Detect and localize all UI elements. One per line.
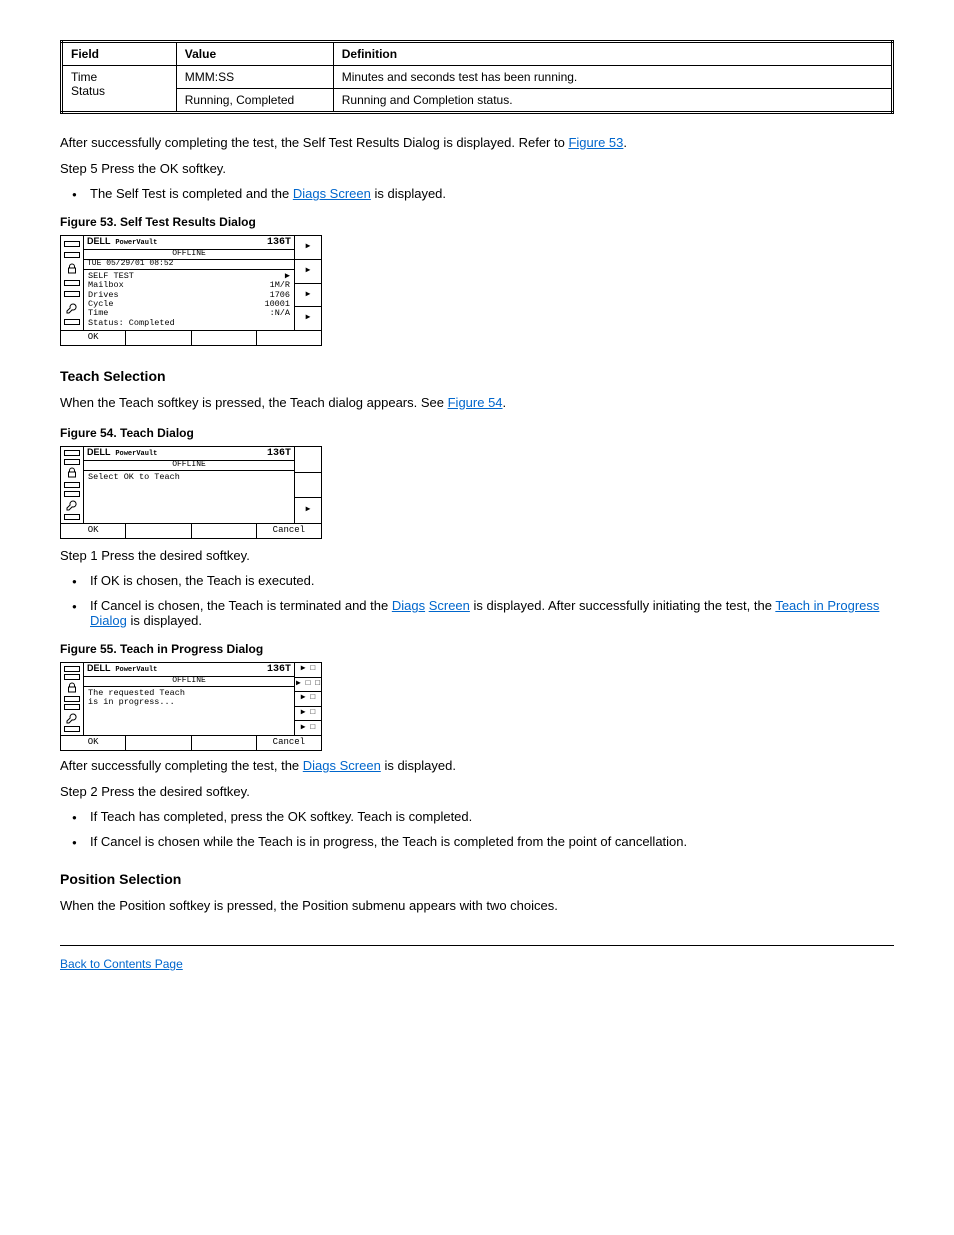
ok-button[interactable]: OK (61, 524, 126, 538)
right-btn[interactable]: ▶ (295, 498, 321, 523)
teach-note-cancel: If Cancel is chosen, the Teach is termin… (90, 598, 894, 628)
right-btn[interactable]: ▶ □ □ (295, 678, 321, 693)
lcd-left-slots (61, 236, 84, 330)
teach-step1: Step 1 Press the desired softkey. (60, 547, 894, 565)
fig53-caption: Figure 53. Self Test Results Dialog (60, 215, 894, 229)
lock-icon (66, 682, 78, 694)
fig53-lcd: DELL PowerVault 136T OFFLINE TUE 05/29/0… (60, 235, 322, 346)
right-btn[interactable]: ▶ □ (295, 707, 321, 722)
position-heading: Position Selection (60, 871, 894, 887)
link-diags-2b[interactable]: Screen (429, 598, 470, 613)
right-btn[interactable]: ▶ □ (295, 692, 321, 707)
teach-heading: Teach Selection (60, 368, 894, 384)
step5: Step 5 Press the OK softkey. (60, 160, 894, 178)
post55-p1: After successfully completing the test, … (60, 757, 894, 775)
lcd-right-btns: ▶ ▶ ▶ ▶ (294, 236, 321, 330)
cancel-button[interactable]: Cancel (257, 736, 321, 750)
td-r1-def: Minutes and seconds test has been runnin… (333, 66, 892, 89)
right-btn[interactable]: ▶ (295, 284, 321, 308)
link-fig54[interactable]: Figure 54 (448, 395, 503, 410)
ok-button[interactable]: OK (61, 736, 126, 750)
fig54-caption: Figure 54. Teach Dialog (60, 426, 894, 440)
fig55-lcd: DELL PowerVault 136T OFFLINE The request… (60, 662, 322, 751)
position-p1: When the Position softkey is pressed, th… (60, 897, 894, 915)
teach-p1: When the Teach softkey is pressed, the T… (60, 394, 894, 412)
link-diags-2a[interactable]: Diags (392, 598, 425, 613)
lock-icon (66, 467, 78, 479)
post55-step2: Step 2 Press the desired softkey. (60, 783, 894, 801)
td-fields: Time Status (62, 66, 177, 113)
teach-note-ok: If OK is chosen, the Teach is executed. (90, 573, 894, 588)
post55-note2: If Cancel is chosen while the Teach is i… (90, 834, 894, 849)
link-fig53[interactable]: Figure 53 (568, 135, 623, 150)
th-field: Field (62, 42, 177, 66)
td-r1-val: MMM:SS (176, 66, 333, 89)
right-btn[interactable]: ▶ (295, 307, 321, 330)
divider (60, 945, 894, 946)
lock-icon (66, 263, 78, 275)
fig54-lcd: DELL PowerVault 136T OFFLINE Select OK t… (60, 446, 322, 539)
right-btn[interactable]: ▶ □ (295, 663, 321, 678)
key-icon (66, 499, 78, 511)
link-diags-3[interactable]: Diags Screen (303, 758, 381, 773)
td-r2-val: Running, Completed (176, 89, 333, 113)
key-icon (66, 712, 78, 724)
intro-p1: After successfully completing the test, … (60, 134, 894, 152)
key-icon (66, 302, 78, 314)
ok-button[interactable]: OK (61, 331, 126, 345)
td-r2-def: Running and Completion status. (333, 89, 892, 113)
right-btn[interactable]: ▶ □ (295, 721, 321, 735)
th-def: Definition (333, 42, 892, 66)
right-btn[interactable]: ▶ (295, 260, 321, 284)
th-value: Value (176, 42, 333, 66)
cancel-button[interactable]: Cancel (257, 524, 321, 538)
link-diags-1[interactable]: Diags Screen (293, 186, 371, 201)
step5-note: The Self Test is completed and the Diags… (90, 186, 894, 201)
fig55-caption: Figure 55. Teach in Progress Dialog (60, 642, 894, 656)
parameters-table: Field Value Definition Time Status MMM:S… (60, 40, 894, 114)
right-btn[interactable]: ▶ (295, 236, 321, 260)
back-to-contents-link[interactable]: Back to Contents Page (60, 957, 183, 971)
post55-note1: If Teach has completed, press the OK sof… (90, 809, 894, 824)
